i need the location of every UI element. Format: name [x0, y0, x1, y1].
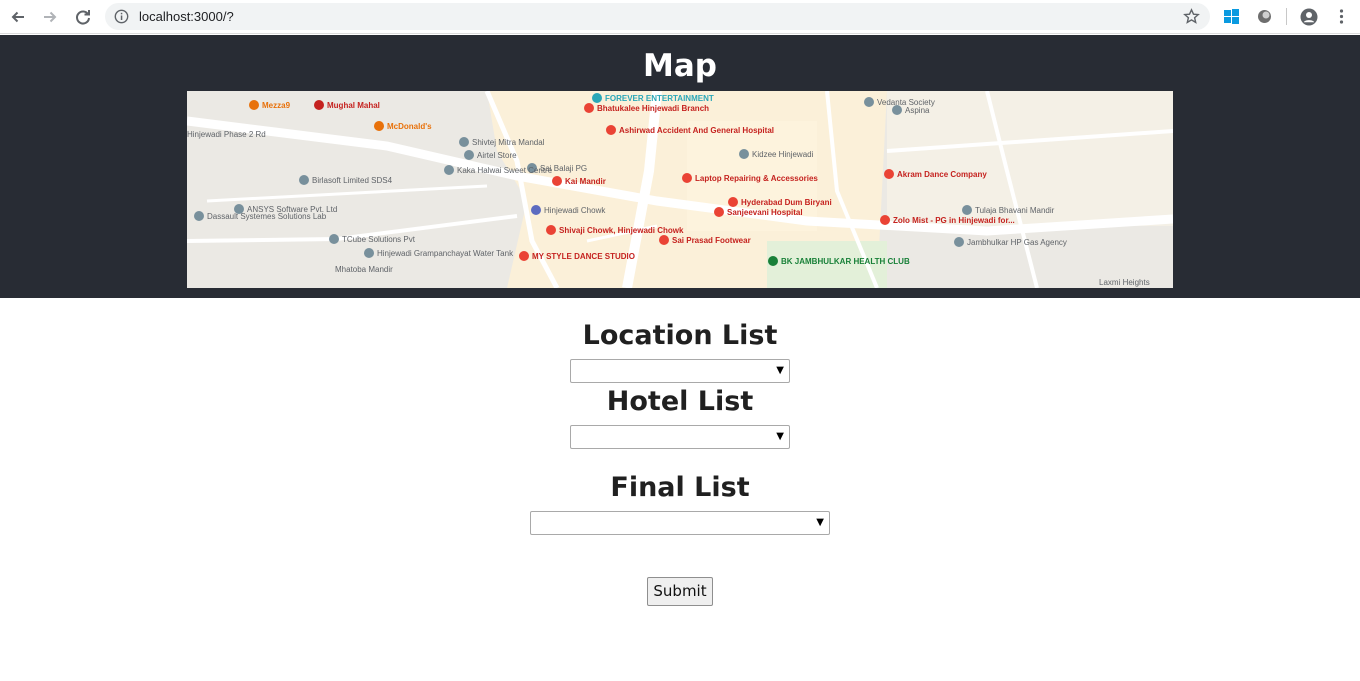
map-label: Tulaja Bhavani Mandir [975, 206, 1055, 215]
map-label: Sai Balaji PG [540, 164, 587, 173]
map-label: Akram Dance Company [897, 170, 987, 179]
map-pin-icon [374, 121, 384, 131]
hotel-select[interactable]: ▼ [570, 425, 790, 449]
address-bar[interactable]: localhost:3000/? [105, 3, 1210, 30]
map-label: Shivtej Mitra Mandal [472, 138, 545, 147]
map-label: Sanjeevani Hospital [727, 208, 803, 217]
map-label: Shivaji Chowk, Hinjewadi Chowk [559, 226, 684, 235]
map-label: Laxmi Heights [1099, 278, 1150, 287]
map-label: Hinjewadi Phase 2 Rd [187, 130, 266, 139]
map-label: Bhatukalee Hinjewadi Branch [597, 104, 709, 113]
map-pin-icon [314, 100, 324, 110]
map-pin-icon [584, 103, 594, 113]
map-label: Jambhulkar HP Gas Agency [967, 238, 1067, 247]
map-pin-icon [299, 175, 309, 185]
profile-icon[interactable] [1300, 8, 1318, 26]
info-icon[interactable] [114, 9, 129, 24]
location-list-title: Location List [582, 320, 778, 351]
location-select[interactable]: ▼ [570, 359, 790, 383]
map-pin-icon [659, 235, 669, 245]
final-list-title: Final List [610, 472, 750, 503]
map-label: Airtel Store [477, 151, 517, 160]
map-pin-icon [606, 125, 616, 135]
bookmark-star-icon[interactable] [1183, 8, 1200, 25]
map-label: Mezza9 [262, 101, 291, 110]
map-pin-icon [864, 97, 874, 107]
chevron-down-icon: ▼ [816, 517, 824, 528]
map-pin-icon [364, 248, 374, 258]
map-pin-icon [880, 215, 890, 225]
map-pin-icon [962, 205, 972, 215]
toolbar-divider [1286, 8, 1287, 25]
menu-dots-icon[interactable] [1333, 8, 1350, 25]
map-label: Ashirwad Accident And General Hospital [619, 126, 774, 135]
map-pin-icon [728, 197, 738, 207]
map-label: Aspina [905, 106, 930, 115]
map-image[interactable]: FOREVER ENTERTAINMENT Mezza9 Mughal Mahal M… [187, 91, 1173, 288]
map-label: Kai Mandir [565, 177, 606, 186]
chevron-down-icon: ▼ [776, 365, 784, 376]
windows-icon[interactable] [1223, 8, 1240, 25]
map-label: Laptop Repairing & Accessories [695, 174, 818, 183]
map-label: Mughal Mahal [327, 101, 380, 110]
back-arrow-icon[interactable] [6, 5, 30, 29]
map-pin-icon [546, 225, 556, 235]
map-pin-icon [739, 149, 749, 159]
map-label: Hinjewadi Grampanchayat Water Tank [377, 249, 514, 258]
map-label: Birlasoft Limited SDS4 [312, 176, 393, 185]
map-label: Kidzee Hinjewadi [752, 150, 814, 159]
map-pin-icon [519, 251, 529, 261]
reload-icon[interactable] [71, 5, 95, 29]
map-pin-icon [592, 93, 602, 103]
map-pin-icon [464, 150, 474, 160]
map-label: TCube Solutions Pvt [342, 235, 416, 244]
map-label: McDonald's [387, 122, 432, 131]
map-pin-icon [682, 173, 692, 183]
app-header: Map FOREVER ENTERTAINMENT Mezza9 Mughal Ma… [0, 35, 1360, 298]
map-pin-icon [954, 237, 964, 247]
map-label: Kaka Halwai Sweet Centre [457, 166, 553, 175]
submit-button[interactable]: Submit [647, 577, 713, 606]
map-label: Mhatoba Mandir [335, 265, 393, 274]
map-pin-icon [531, 205, 541, 215]
map-pin-icon [884, 169, 894, 179]
map-pin-icon [194, 211, 204, 221]
map-label: Zolo Mist - PG in Hinjewadi for... [893, 216, 1015, 225]
map-label: MY STYLE DANCE STUDIO [532, 252, 635, 261]
url-text: localhost:3000/? [139, 9, 234, 24]
map-pin-icon [768, 256, 778, 266]
map-label: FOREVER ENTERTAINMENT [605, 94, 714, 103]
map-label: Hinjewadi Chowk [544, 206, 606, 215]
chevron-down-icon: ▼ [776, 431, 784, 442]
map-pin-icon [714, 207, 724, 217]
extension-icon[interactable] [1256, 8, 1273, 25]
browser-toolbar: localhost:3000/? [0, 0, 1360, 34]
final-select[interactable]: ▼ [530, 511, 830, 535]
hotel-list-title: Hotel List [606, 386, 754, 417]
map-pin-icon [249, 100, 259, 110]
map-pin-icon [444, 165, 454, 175]
forward-arrow-icon[interactable] [38, 5, 62, 29]
map-pin-icon [459, 137, 469, 147]
map-label: Hyderabad Dum Biryani [741, 198, 832, 207]
map-pin-icon [552, 176, 562, 186]
map-pin-icon [329, 234, 339, 244]
page-title: Map [643, 48, 717, 84]
map-label: Dassault Systemes Solutions Lab [207, 212, 327, 221]
map-label: BK JAMBHULKAR HEALTH CLUB [781, 257, 910, 266]
map-label: Sai Prasad Footwear [672, 236, 751, 245]
